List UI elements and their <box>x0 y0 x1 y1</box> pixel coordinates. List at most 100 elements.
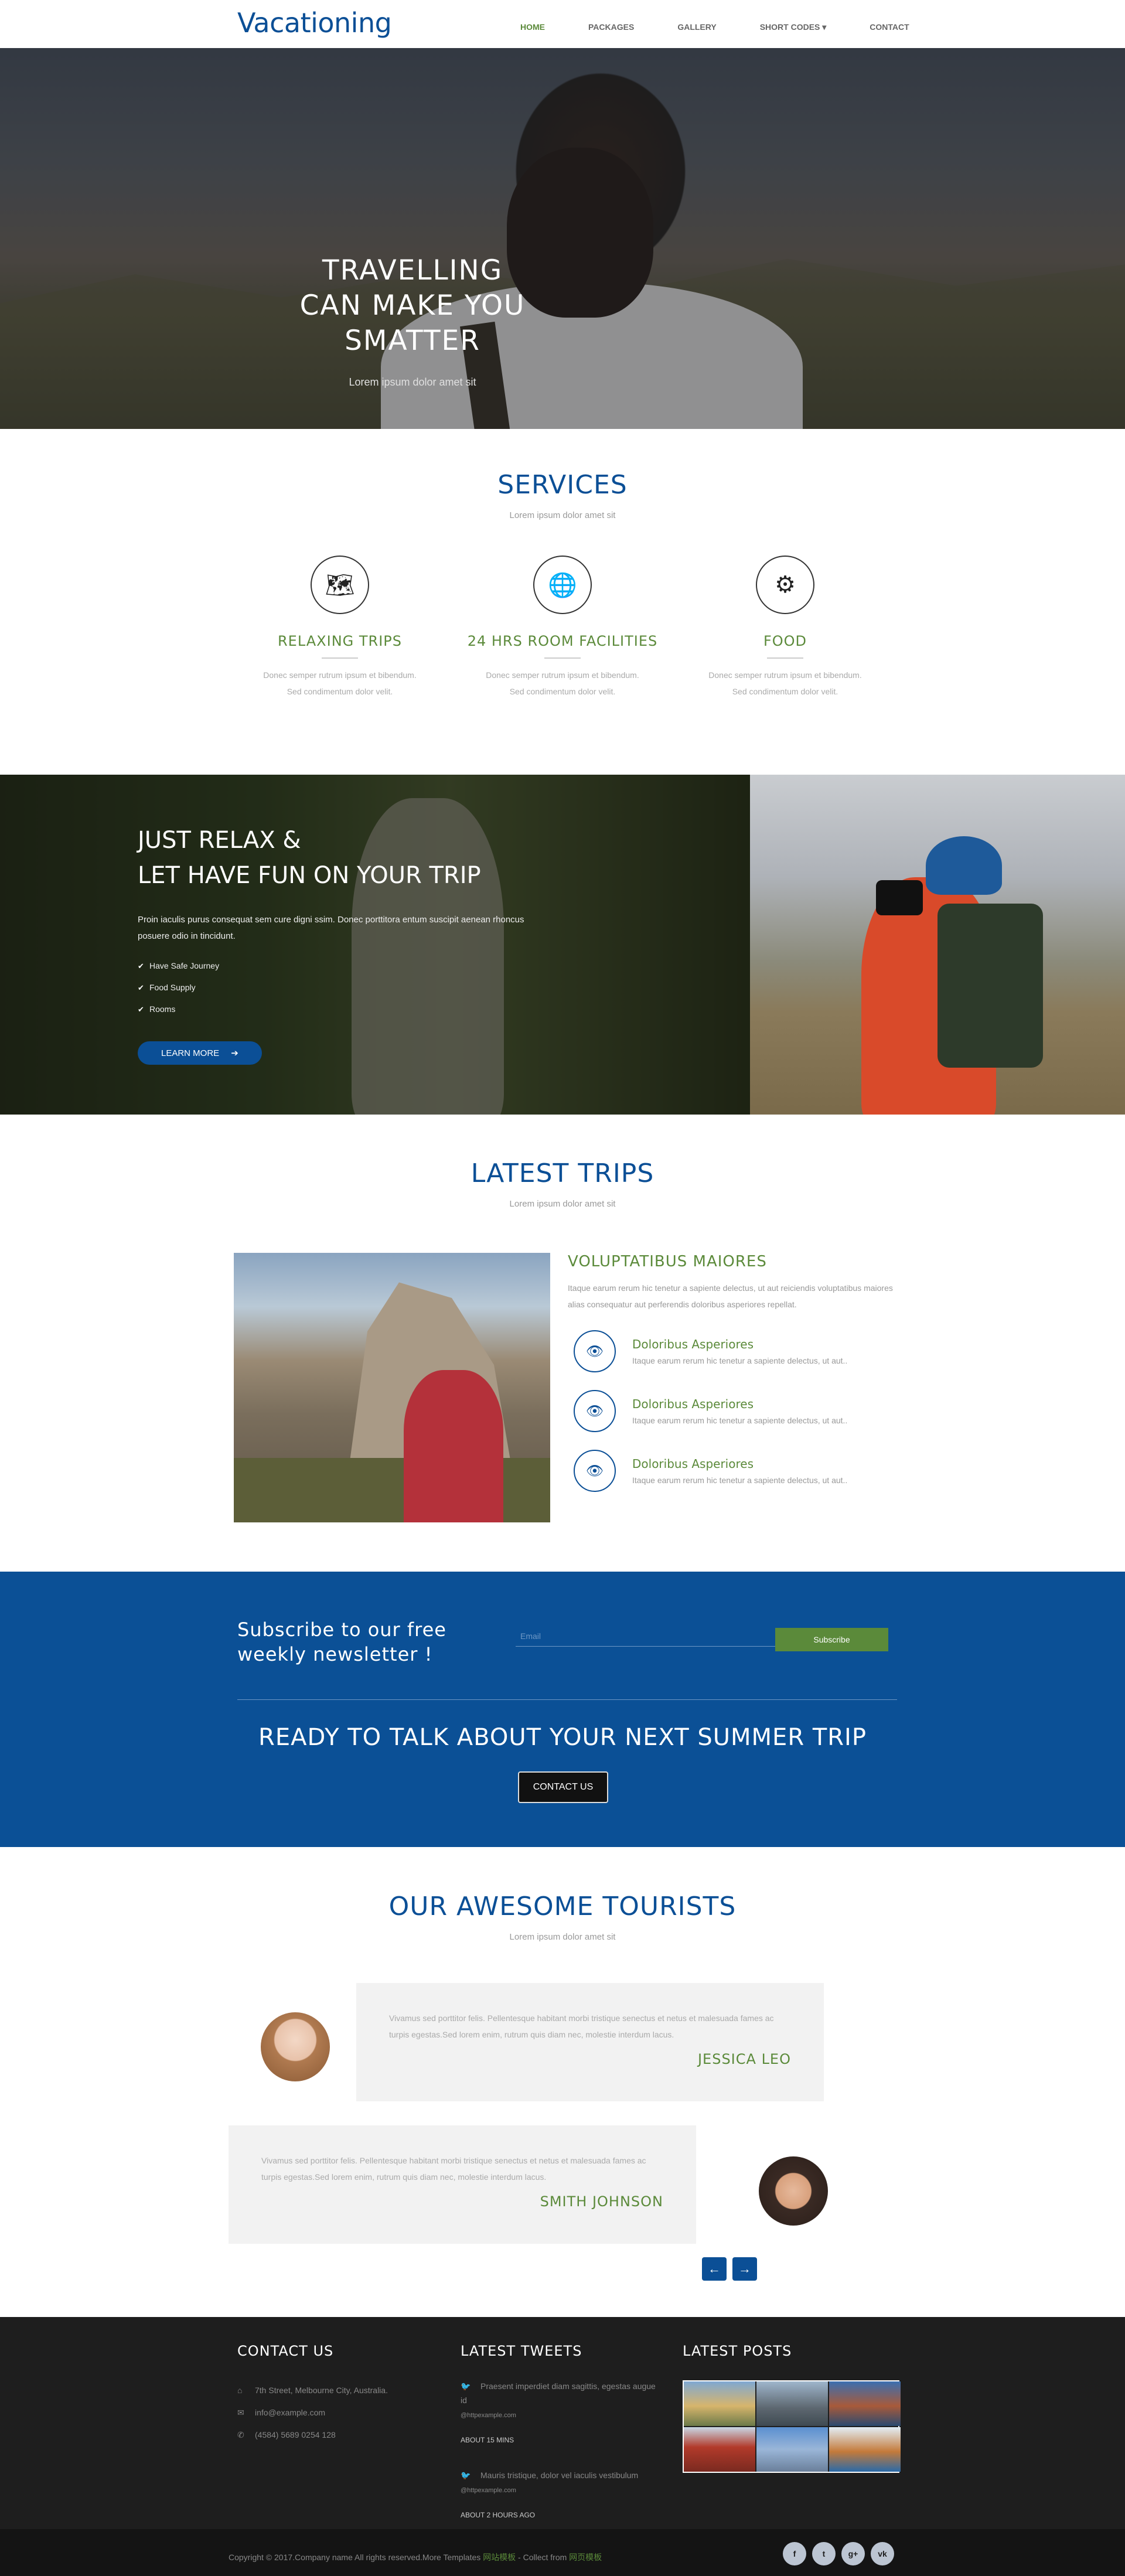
tweet-handle[interactable]: @httpexample.com <box>461 2412 516 2419</box>
nav-home[interactable]: HOME <box>520 22 545 32</box>
hero-content: TRAVELLING CAN MAKE YOU SMATTER Lorem ip… <box>0 253 825 389</box>
testimonial-name: SMITH JOHNSON <box>540 2193 663 2210</box>
facebook-icon[interactable]: f <box>783 2542 806 2565</box>
google-plus-icon[interactable]: g+ <box>841 2542 865 2565</box>
tweet-handle[interactable]: @httpexample.com <box>461 2487 516 2494</box>
arrow-right-icon[interactable]: → <box>732 2257 757 2281</box>
arrow-left-icon[interactable]: ← <box>702 2257 727 2281</box>
trip-item-title[interactable]: Doloribus Asperiores <box>632 1397 847 1411</box>
hero-title-line: TRAVELLING <box>322 254 503 287</box>
hero-title-line: SMATTER <box>345 325 480 357</box>
main-nav: HOME PACKAGES GALLERY SHORT CODES ▾ CONT… <box>520 22 909 32</box>
testimonial-name: JESSICA LEO <box>697 2051 791 2067</box>
services-subtitle: Lorem ipsum dolor amet sit <box>509 510 616 520</box>
avatar <box>759 2156 828 2226</box>
list-item: ✔ Have Safe Journey <box>138 955 548 977</box>
latest-trips-section: LATEST TRIPS Lorem ipsum dolor amet sit … <box>0 1115 1125 1572</box>
relax-section: JUST RELAX & LET HAVE FUN ON YOUR TRIP P… <box>0 775 1125 1115</box>
nav-packages[interactable]: PACKAGES <box>588 22 634 32</box>
relax-title: JUST RELAX & LET HAVE FUN ON YOUR TRIP <box>138 823 548 893</box>
trips-title: LATEST TRIPS <box>471 1158 654 1188</box>
footer-contact: CONTACT US ⌂ 7th Street, Melbourne City, … <box>237 2343 388 2446</box>
twitter-icon: 🐦 <box>461 2381 471 2391</box>
site-logo[interactable]: Vacationing <box>237 7 392 39</box>
relax-content: JUST RELAX & LET HAVE FUN ON YOUR TRIP P… <box>138 823 548 1065</box>
subscribe-button[interactable]: Subscribe <box>775 1628 888 1651</box>
trips-subtitle: Lorem ipsum dolor amet sit <box>509 1199 616 1209</box>
trip-item[interactable]: 👁 Doloribus Asperiores Itaque earum rerum… <box>568 1390 896 1432</box>
posts-grid <box>683 2380 901 2473</box>
trip-info: VOLUPTATIBUS MAIORES Itaque earum rerum … <box>568 1253 896 1492</box>
testimonial-text: Vivamus sed porttitor felis. Pellentesqu… <box>261 2156 646 2182</box>
tweet-time: ABOUT 15 MINS <box>461 2436 514 2444</box>
trip-item-title[interactable]: Doloribus Asperiores <box>632 1457 847 1471</box>
post-thumb[interactable] <box>829 2381 901 2426</box>
trip-item[interactable]: 👁 Doloribus Asperiores Itaque earum rerum… <box>568 1330 896 1372</box>
trip-item-title[interactable]: Doloribus Asperiores <box>632 1337 847 1351</box>
contact-us-button[interactable]: CONTACT US <box>518 1771 608 1803</box>
photo-camera <box>876 880 923 915</box>
copyright: Copyright © 2017.Company name All rights… <box>229 2553 602 2562</box>
top-navbar: Vacationing HOME PACKAGES GALLERY SHORT … <box>0 0 1125 48</box>
arrow-right-icon: ➔ <box>231 1048 238 1058</box>
trip-item[interactable]: 👁 Doloribus Asperiores Itaque earum rerum… <box>568 1450 896 1492</box>
footer-bottom-bar: Copyright © 2017.Company name All rights… <box>0 2529 1125 2576</box>
eye-icon: 👁 <box>574 1330 616 1372</box>
service-title: FOOD <box>763 633 807 649</box>
testimonial-card: Vivamus sed porttitor felis. Pellentesqu… <box>356 1983 824 2101</box>
home-icon: ⌂ <box>237 2386 243 2395</box>
footer-email[interactable]: ✉ info@example.com <box>237 2401 388 2424</box>
service-text: Donec semper rutrum ipsum et bibendum. Se… <box>486 670 639 696</box>
list-item: ✔ Rooms <box>138 999 548 1020</box>
learn-more-button[interactable]: LEARN MORE ➔ <box>138 1041 262 1065</box>
services-title: SERVICES <box>497 470 628 500</box>
service-card: ⚙ FOOD Donec semper rutrum ipsum et bibe… <box>674 556 896 700</box>
testimonial-card: Vivamus sed porttitor felis. Pellentesqu… <box>229 2125 696 2244</box>
mail-icon: ✉ <box>237 2408 244 2417</box>
cta-title: READY TO TALK ABOUT YOUR NEXT SUMMER TRI… <box>258 1724 867 1751</box>
templates-link[interactable]: 网站模板 <box>483 2553 516 2562</box>
eye-icon: 👁 <box>574 1390 616 1432</box>
check-icon: ✔ <box>138 1005 144 1014</box>
testimonial-pager: ← → <box>702 2257 757 2281</box>
post-thumb[interactable] <box>684 2381 755 2426</box>
tourists-title: OUR AWESOME TOURISTS <box>388 1892 737 1921</box>
tourists-section: OUR AWESOME TOURISTS Lorem ipsum dolor a… <box>0 1847 1125 2317</box>
nav-contact[interactable]: CONTACT <box>870 22 909 32</box>
email-field[interactable]: Email <box>516 1628 775 1647</box>
relax-title-line: JUST RELAX & <box>138 827 301 854</box>
trip-item-text: Itaque earum rerum hic tenetur a sapient… <box>632 1476 848 1485</box>
nav-gallery[interactable]: GALLERY <box>677 22 716 32</box>
collect-link[interactable]: 网页模板 <box>569 2553 602 2562</box>
vk-icon[interactable]: vk <box>871 2542 894 2565</box>
post-thumb[interactable] <box>684 2427 755 2472</box>
hero-title-line: CAN MAKE YOU <box>299 289 526 322</box>
footer-address: ⌂ 7th Street, Melbourne City, Australia. <box>237 2379 388 2401</box>
nav-short-codes[interactable]: SHORT CODES ▾ <box>760 22 827 32</box>
divider <box>767 657 803 659</box>
tweet: 🐦 Mauris tristique, dolor vel iaculis ves… <box>461 2468 660 2522</box>
phone-icon: ✆ <box>237 2430 244 2439</box>
avatar <box>261 2012 330 2081</box>
footer-posts-title: LATEST POSTS <box>683 2343 792 2359</box>
footer-tweets-title: LATEST TWEETS <box>461 2343 582 2359</box>
tweet-time: ABOUT 2 HOURS AGO <box>461 2511 536 2519</box>
post-thumb[interactable] <box>756 2427 828 2472</box>
trips-row: VOLUPTATIBUS MAIORES Itaque earum rerum … <box>234 1253 893 1528</box>
testimonial-text: Vivamus sed porttitor felis. Pellentesqu… <box>389 2013 774 2039</box>
gears-icon: ⚙ <box>756 556 814 614</box>
trip-item-text: Itaque earum rerum hic tenetur a sapient… <box>632 1356 848 1365</box>
trip-photo <box>234 1253 550 1522</box>
divider <box>322 657 358 659</box>
footer: CONTACT US ⌂ 7th Street, Melbourne City, … <box>0 2317 1125 2529</box>
trip-heading: VOLUPTATIBUS MAIORES <box>568 1253 767 1270</box>
relax-text: Proin iaculis purus consequat sem cure d… <box>138 915 524 941</box>
service-card: 🗺 RELAXING TRIPS Donec semper rutrum ips… <box>229 556 451 700</box>
footer-contact-title: CONTACT US <box>237 2343 334 2359</box>
twitter-icon[interactable]: t <box>812 2542 836 2565</box>
services-row: 🗺 RELAXING TRIPS Donec semper rutrum ips… <box>0 556 1125 700</box>
post-thumb[interactable] <box>756 2381 828 2426</box>
post-thumb[interactable] <box>829 2427 901 2472</box>
service-card: 🌐 24 HRS ROOM FACILITIES Donec semper ru… <box>451 556 674 700</box>
social-links: f t g+ vk <box>783 2542 894 2565</box>
